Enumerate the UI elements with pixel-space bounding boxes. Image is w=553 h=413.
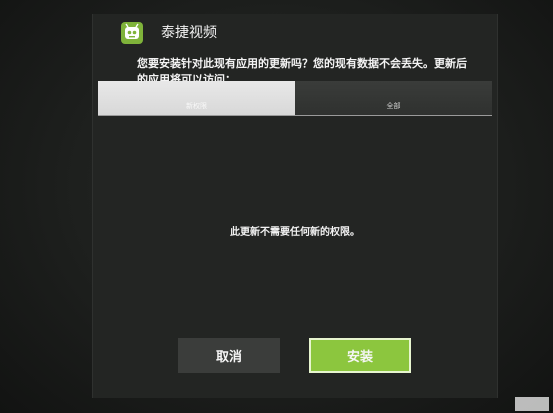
dialog-titlebar: 泰捷视频 [93,14,497,50]
permission-tabs: 新权限 全部 [98,81,492,116]
permissions-content-text: 此更新不需要任何新的权限。 [230,227,360,238]
install-dialog: 泰捷视频 您要安装针对此现有应用的更新吗？您的现有数据不会丢失。更新后的应用将可… [92,14,498,398]
cancel-button[interactable]: 取消 [178,338,280,373]
robot-app-icon [121,22,143,44]
watermark-logo [515,397,549,411]
tab-all-permissions[interactable]: 全部 [295,81,492,115]
app-title: 泰捷视频 [161,25,217,41]
install-button[interactable]: 安装 [309,338,411,373]
tab-new-permissions[interactable]: 新权限 [98,81,295,115]
screen: 泰捷视频 您要安装针对此现有应用的更新吗？您的现有数据不会丢失。更新后的应用将可… [0,0,553,413]
